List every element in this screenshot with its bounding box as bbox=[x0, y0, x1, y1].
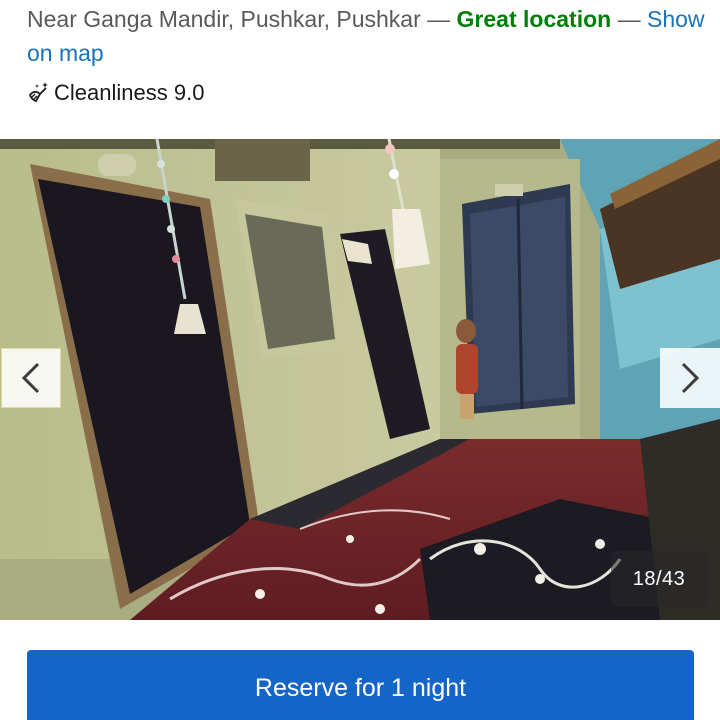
address-text: Near Ganga Mandir, Pushkar, Pushkar bbox=[27, 6, 421, 32]
great-location-badge: Great location bbox=[456, 6, 612, 32]
cleanliness-score: Cleanliness 9.0 bbox=[27, 76, 204, 110]
sparkle-broom-icon bbox=[27, 81, 51, 105]
separator: — bbox=[611, 6, 647, 32]
chevron-left-icon bbox=[21, 362, 40, 394]
photo-counter: 18/43 bbox=[611, 551, 707, 607]
property-detail-page: Near Ganga Mandir, Pushkar, Pushkar — Gr… bbox=[0, 0, 720, 720]
photo-gallery[interactable]: 18/43 bbox=[0, 139, 720, 620]
chevron-right-icon bbox=[681, 362, 700, 394]
property-address-line: Near Ganga Mandir, Pushkar, Pushkar — Gr… bbox=[27, 2, 707, 70]
next-photo-button[interactable] bbox=[660, 348, 720, 408]
reserve-button[interactable]: Reserve for 1 night bbox=[27, 650, 694, 720]
separator: — bbox=[420, 6, 457, 32]
cleanliness-label: Cleanliness 9.0 bbox=[54, 80, 205, 105]
previous-photo-button[interactable] bbox=[1, 348, 61, 408]
gallery-photo bbox=[0, 139, 720, 620]
